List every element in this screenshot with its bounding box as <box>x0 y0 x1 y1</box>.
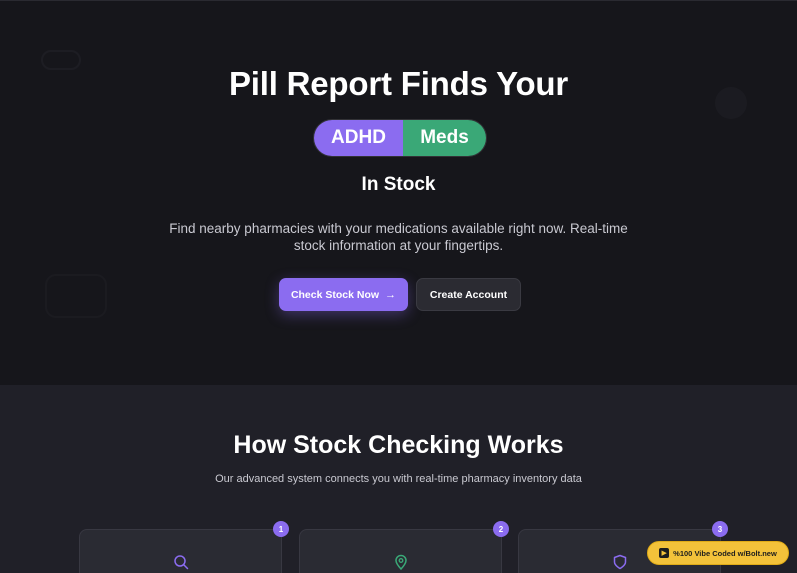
bolt-logo-icon: ▶ <box>659 548 670 558</box>
search-icon <box>174 555 189 570</box>
bolt-badge[interactable]: ▶ %100 Vibe Coded w/Bolt.new <box>647 541 789 565</box>
hero-title: Pill Report Finds Your <box>228 65 569 102</box>
pill-bottle-decoration-icon <box>45 274 107 318</box>
section-title: How Stock Checking Works <box>233 431 564 459</box>
pill-left-label: ADHD <box>314 120 403 156</box>
create-account-button[interactable]: Create Account <box>416 278 521 311</box>
step-card-1 <box>79 529 282 573</box>
step-number-1: 1 <box>273 521 289 537</box>
hero-description: Find nearby pharmacies with your medicat… <box>169 221 628 253</box>
step-card-2 <box>299 529 502 573</box>
map-pin-icon <box>395 554 407 570</box>
step-number-2: 2 <box>493 521 509 537</box>
arrow-right-icon: → <box>385 288 397 301</box>
hero-subtitle: In Stock <box>361 174 436 195</box>
pill-right-label: Meds <box>403 120 486 156</box>
create-account-button-label: Create Account <box>429 288 508 301</box>
pill-graphic: ADHD Meds <box>313 119 487 157</box>
check-stock-button[interactable]: Check Stock Now → <box>279 278 408 311</box>
check-stock-button-label: Check Stock Now <box>290 288 380 301</box>
section-description: Our advanced system connects you with re… <box>215 473 582 485</box>
bolt-badge-label: %100 Vibe Coded w/Bolt.new <box>673 548 777 558</box>
shield-icon <box>613 554 627 570</box>
hero-section: Pill Report Finds Your ADHD Meds In Stoc… <box>0 0 797 385</box>
step-number-3: 3 <box>712 521 728 537</box>
